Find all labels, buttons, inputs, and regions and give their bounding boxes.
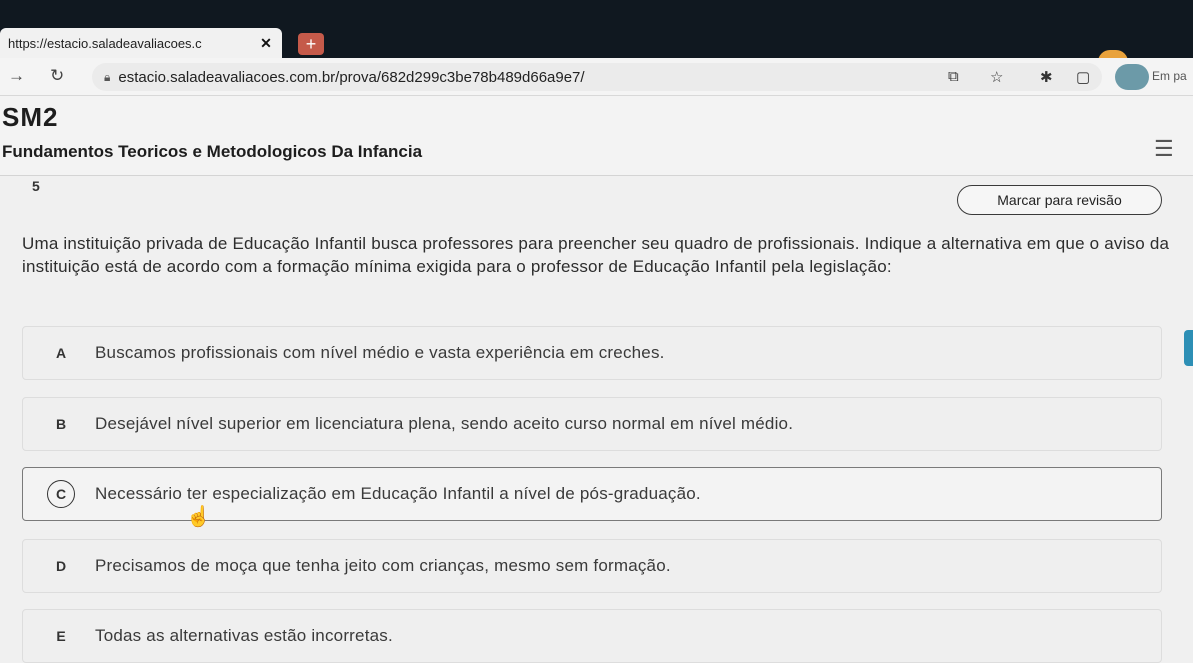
option-text: Desejável nível superior em licenciatura…: [95, 414, 794, 433]
option-a[interactable]: A Buscamos profissionais com nível médio…: [22, 326, 1162, 380]
option-text: Precisamos de moça que tenha jeito com c…: [95, 556, 671, 575]
option-d[interactable]: D Precisamos de moça que tenha jeito com…: [22, 539, 1162, 593]
option-letter: D: [55, 558, 67, 574]
option-b[interactable]: B Desejável nível superior em licenciatu…: [22, 397, 1162, 451]
side-panel-icon[interactable]: ▢: [1076, 68, 1090, 86]
bookmark-star-icon[interactable]: ☆: [990, 68, 1003, 86]
new-tab-button[interactable]: +: [298, 33, 324, 55]
option-letter: B: [55, 416, 67, 432]
scroll-handle[interactable]: [1184, 330, 1193, 366]
mark-for-review-button[interactable]: Marcar para revisão: [957, 185, 1162, 215]
option-text: Todas as alternativas estão incorretas.: [95, 626, 393, 645]
browser-tab[interactable]: https://estacio.saladeavaliacoes.c ✕: [0, 28, 282, 58]
option-e[interactable]: E Todas as alternativas estão incorretas…: [22, 609, 1162, 663]
option-text: Necessário ter especialização em Educaçã…: [95, 484, 701, 503]
close-icon[interactable]: ✕: [258, 35, 274, 52]
menu-icon[interactable]: ☰: [1154, 136, 1174, 162]
page-title: Fundamentos Teoricos e Metodologicos Da …: [2, 142, 423, 161]
forward-icon[interactable]: →: [8, 66, 25, 86]
extensions-icon[interactable]: ✱: [1040, 68, 1053, 86]
url-text: estacio.saladeavaliacoes.com.br/prova/68…: [118, 68, 585, 86]
lock-icon: 🔒︎: [104, 69, 111, 84]
profile-label[interactable]: Em pa: [1152, 69, 1187, 83]
page-header: SM2 Fundamentos Teoricos e Metodologicos…: [0, 96, 1193, 176]
option-letter: E: [56, 628, 66, 644]
option-text: Buscamos profissionais com nível médio e…: [95, 343, 665, 362]
option-letter: C: [47, 480, 75, 508]
hand-cursor-icon: ☝: [186, 506, 211, 528]
tab-title: https://estacio.saladeavaliacoes.c: [8, 35, 202, 51]
browser-tab-strip: https://estacio.saladeavaliacoes.c ✕ +: [0, 0, 1193, 58]
install-app-icon[interactable]: ⧉: [948, 68, 959, 85]
question-text: Uma instituição privada de Educação Infa…: [22, 234, 1170, 276]
reload-icon[interactable]: ↻: [50, 66, 64, 86]
exam-page: SM2 Fundamentos Teoricos e Metodologicos…: [0, 96, 1193, 663]
avatar[interactable]: [1115, 64, 1149, 90]
question-number: 5: [32, 178, 40, 194]
course-code: SM2: [2, 102, 59, 132]
option-letter: A: [55, 345, 67, 361]
browser-toolbar: → ↻ 🔒︎ estacio.saladeavaliacoes.com.br/p…: [0, 58, 1193, 96]
